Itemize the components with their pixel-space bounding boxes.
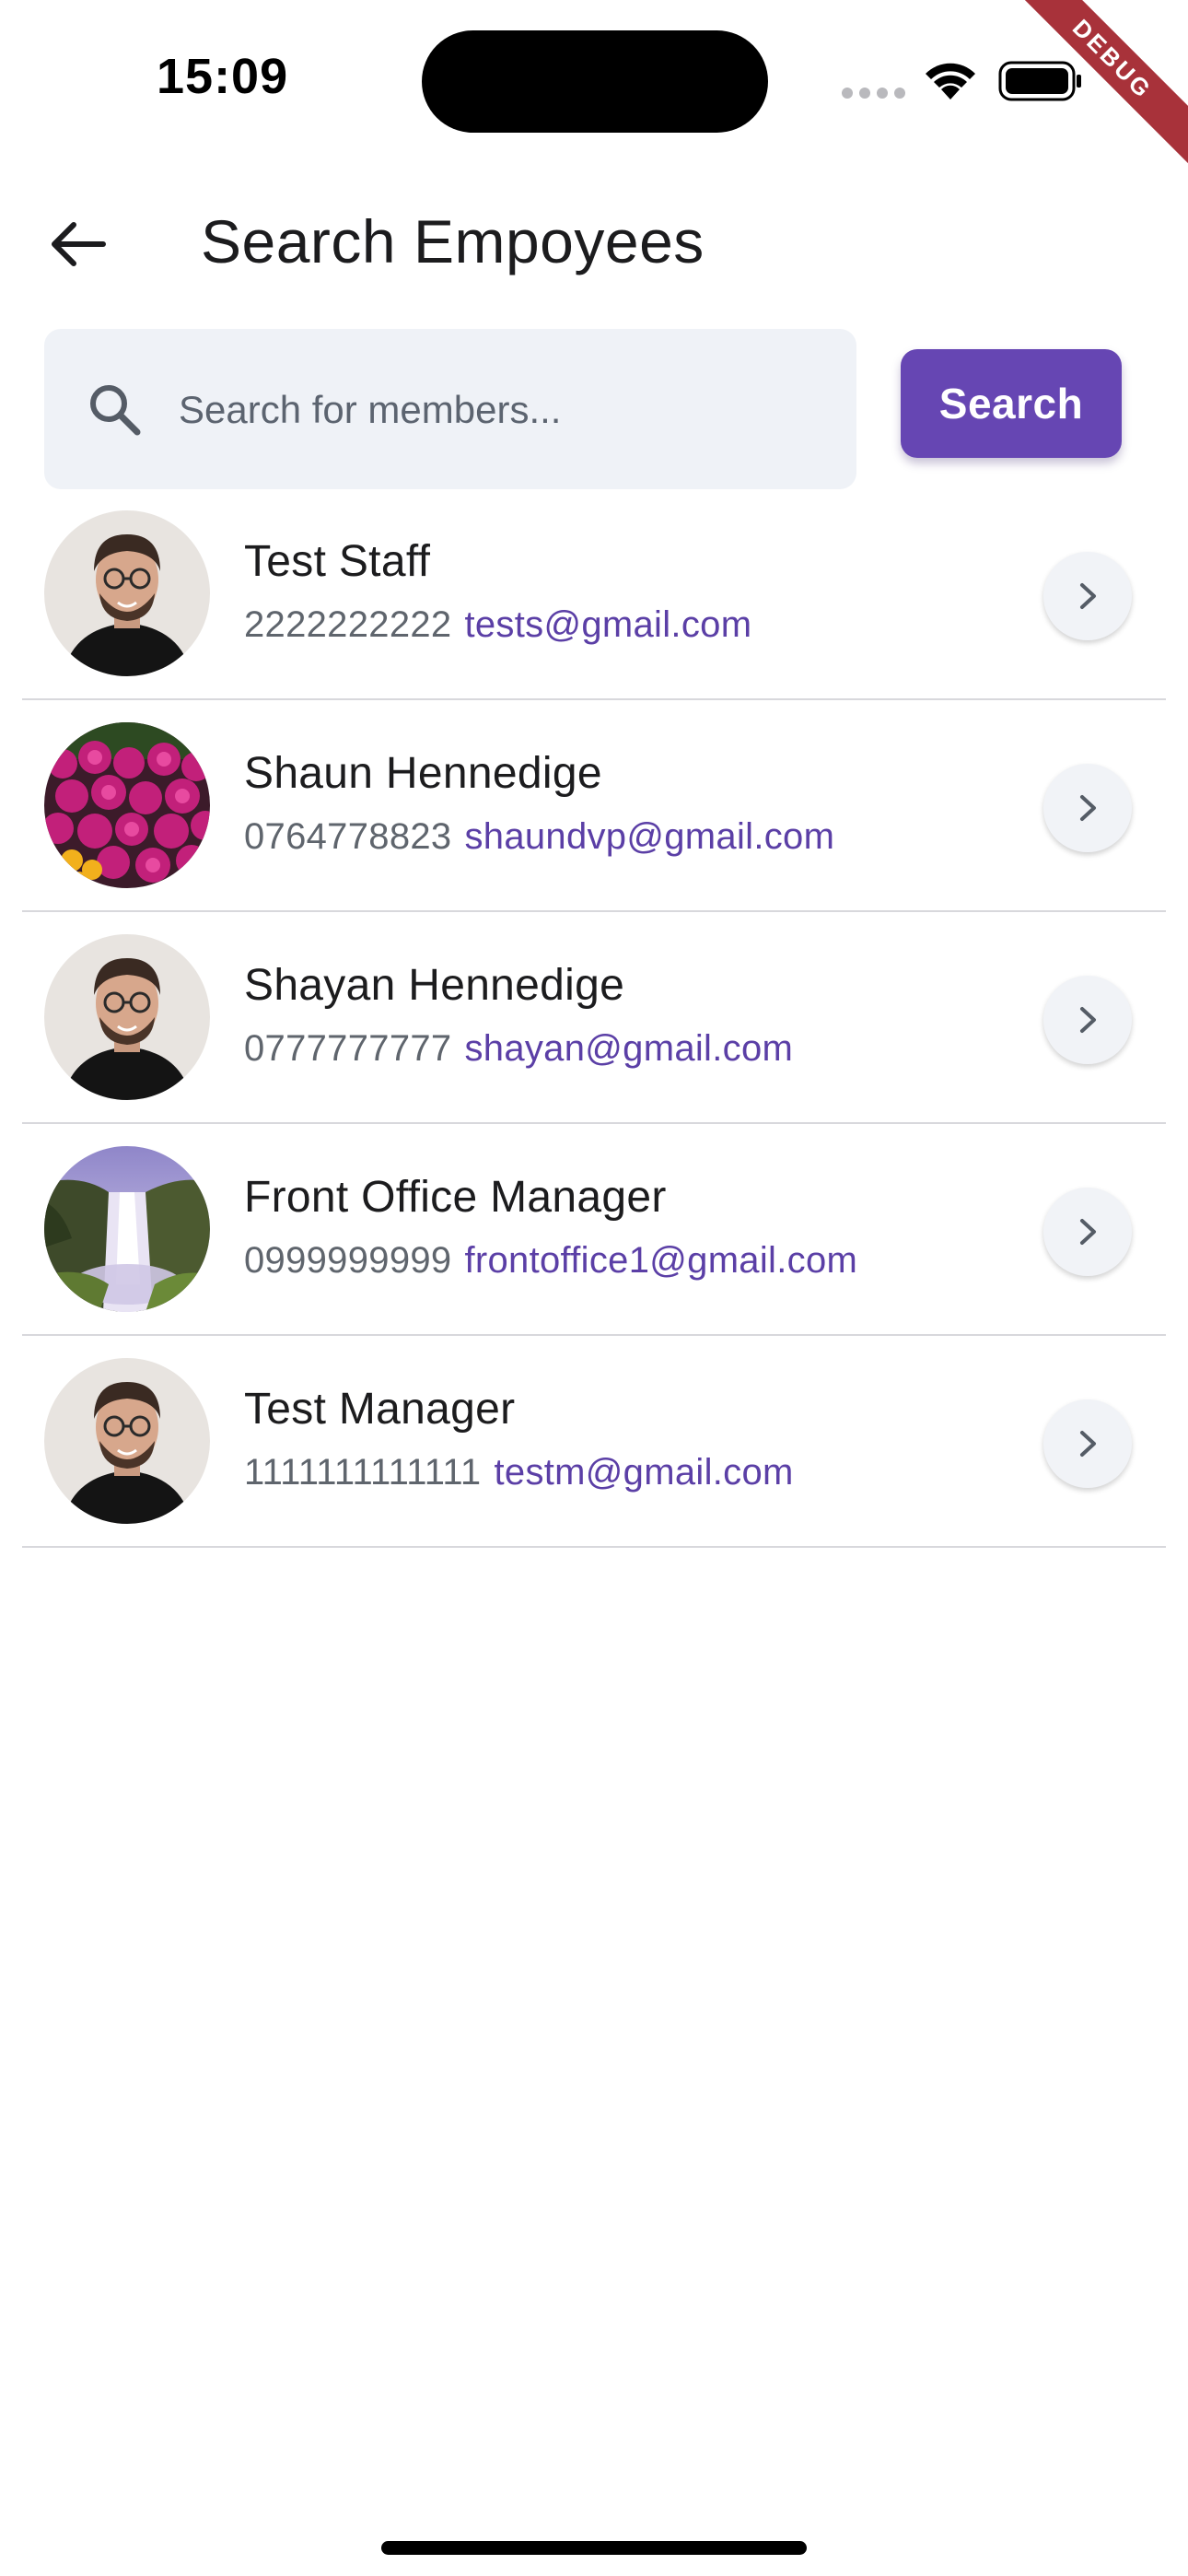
chevron-right-icon — [1080, 1219, 1096, 1245]
man-portrait-avatar — [44, 1358, 210, 1524]
member-phone: 0777777777 — [244, 1028, 452, 1069]
search-input[interactable] — [177, 366, 825, 454]
chevron-right-icon — [1080, 1007, 1096, 1033]
divider — [22, 1546, 1166, 1548]
member-list: Test Staff 2222222222 tests@gmail.com Sh… — [0, 488, 1188, 1548]
cellular-signal-icon — [842, 88, 905, 99]
member-email: shaundvp@gmail.com — [464, 816, 835, 857]
wifi-icon — [921, 59, 980, 107]
list-item[interactable]: Front Office Manager 0999999999 frontoffi… — [0, 1124, 1188, 1336]
open-member-button[interactable] — [1043, 764, 1132, 852]
member-email: tests@gmail.com — [464, 604, 752, 645]
list-item[interactable]: Shaun Hennedige 0764778823 shaundvp@gmail… — [0, 700, 1188, 912]
chevron-right-icon — [1080, 795, 1096, 821]
chevron-right-icon — [1080, 1431, 1096, 1457]
avatar — [44, 722, 210, 888]
avatar — [44, 934, 210, 1100]
chevron-right-icon — [1080, 583, 1096, 609]
open-member-button[interactable] — [1043, 976, 1132, 1064]
home-indicator — [381, 2541, 807, 2555]
waterfall-avatar — [44, 1146, 210, 1312]
member-email: testm@gmail.com — [494, 1452, 794, 1493]
dynamic-island — [422, 30, 768, 133]
app-bar: Search Empoyees — [0, 175, 1188, 313]
man-portrait-avatar — [44, 510, 210, 676]
debug-label: DEBUG — [1004, 0, 1188, 171]
member-name: Shaun Hennedige — [244, 749, 602, 798]
open-member-button[interactable] — [1043, 552, 1132, 640]
back-button[interactable] — [37, 203, 120, 286]
page-title: Search Empoyees — [201, 207, 705, 275]
search-icon — [90, 385, 141, 436]
member-email: shayan@gmail.com — [464, 1028, 794, 1069]
status-time: 15:09 — [157, 49, 289, 104]
member-contact: 1111111111111 testm@gmail.com — [244, 1452, 794, 1493]
open-member-button[interactable] — [1043, 1399, 1132, 1488]
avatar — [44, 1358, 210, 1524]
member-phone: 2222222222 — [244, 604, 452, 645]
member-name: Front Office Manager — [244, 1173, 667, 1222]
member-name: Shayan Hennedige — [244, 961, 625, 1010]
member-name: Test Staff — [244, 537, 431, 586]
list-item[interactable]: Test Staff 2222222222 tests@gmail.com — [0, 488, 1188, 700]
arrow-left-icon — [52, 222, 106, 266]
avatar — [44, 510, 210, 676]
member-phone: 0764778823 — [244, 816, 452, 857]
member-contact: 0777777777 shayan@gmail.com — [244, 1028, 793, 1070]
avatar — [44, 1146, 210, 1312]
search-button[interactable]: Search — [901, 349, 1122, 458]
status-bar: 15:09 DEBUG — [0, 0, 1188, 171]
debug-banner: DEBUG — [1004, 0, 1188, 184]
list-item[interactable]: Shayan Hennedige 0777777777 shayan@gmail.… — [0, 912, 1188, 1124]
pink-flowers-avatar — [44, 722, 210, 888]
member-phone: 0999999999 — [244, 1240, 452, 1281]
member-phone: 1111111111111 — [244, 1452, 482, 1493]
member-contact: 0764778823 shaundvp@gmail.com — [244, 816, 834, 858]
member-name: Test Manager — [244, 1385, 516, 1434]
list-item[interactable]: Test Manager 1111111111111 testm@gmail.co… — [0, 1336, 1188, 1548]
member-contact: 2222222222 tests@gmail.com — [244, 604, 751, 646]
man-portrait-avatar — [44, 934, 210, 1100]
member-email: frontoffice1@gmail.com — [464, 1240, 858, 1281]
search-field[interactable] — [44, 329, 856, 489]
open-member-button[interactable] — [1043, 1188, 1132, 1276]
member-contact: 0999999999 frontoffice1@gmail.com — [244, 1240, 857, 1282]
